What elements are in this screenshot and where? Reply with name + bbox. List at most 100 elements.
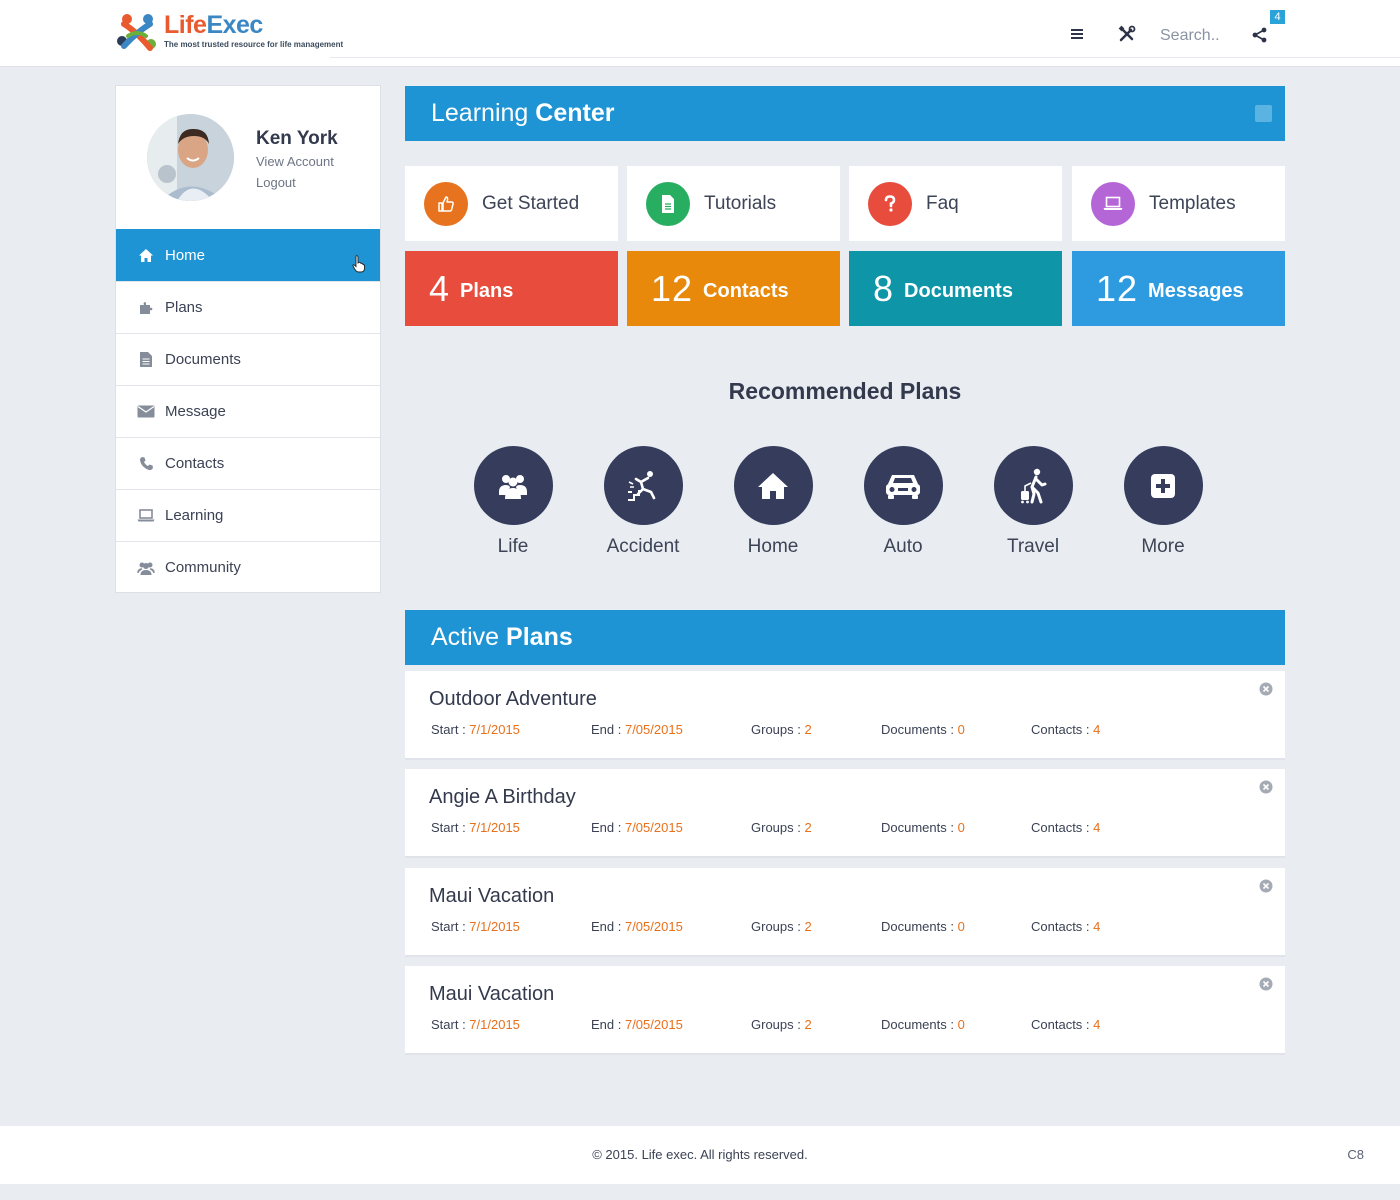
plan-documents: Documents : 0 xyxy=(881,919,965,934)
sidebar-item-community[interactable]: Community xyxy=(116,541,380,593)
avatar[interactable] xyxy=(147,114,234,201)
recommended-plan-label: Accident xyxy=(606,536,680,557)
sidebar-item-home[interactable]: Home xyxy=(116,229,380,281)
logo[interactable]: LifeExec The most trusted resource for l… xyxy=(114,10,343,56)
close-circle-icon[interactable] xyxy=(1259,977,1273,991)
section-title-bold: Center xyxy=(535,99,615,127)
recommended-plan-life[interactable]: Life xyxy=(473,446,553,557)
quick-link-get-started[interactable]: Get Started xyxy=(405,166,618,241)
quick-link-tutorials[interactable]: Tutorials xyxy=(627,166,840,241)
sidebar: Ken York View Account Logout Home Plans … xyxy=(115,85,381,593)
close-circle-icon[interactable] xyxy=(1259,780,1273,794)
stat-tile-documents[interactable]: 8 Documents xyxy=(849,251,1062,326)
stat-label: Contacts xyxy=(703,280,789,302)
stat-label: Documents xyxy=(904,280,1013,302)
plus-square-icon xyxy=(1123,446,1203,525)
envelope-icon xyxy=(137,403,155,421)
learning-center-header: Learning Center xyxy=(405,86,1285,141)
sidebar-item-label: Community xyxy=(165,559,241,576)
quick-link-templates[interactable]: Templates xyxy=(1072,166,1285,241)
sidebar-item-label: Home xyxy=(165,247,206,264)
plan-groups: Groups : 2 xyxy=(751,919,812,934)
plan-card[interactable]: Maui Vacation Start : 7/1/2015 End : 7/0… xyxy=(405,966,1285,1055)
recommended-plan-label: More xyxy=(1141,536,1185,557)
plan-start: Start : 7/1/2015 xyxy=(431,1017,520,1032)
logout-link[interactable]: Logout xyxy=(256,175,296,190)
stat-tile-plans[interactable]: 4 Plans xyxy=(405,251,618,326)
sidebar-item-message[interactable]: Message xyxy=(116,385,380,437)
hamburger-menu-icon[interactable] xyxy=(1067,24,1087,44)
plan-start: Start : 7/1/2015 xyxy=(431,722,520,737)
plan-start: Start : 7/1/2015 xyxy=(431,919,520,934)
plan-title: Maui Vacation xyxy=(429,885,555,907)
plan-documents: Documents : 0 xyxy=(881,1017,965,1032)
top-header: LifeExec The most trusted resource for l… xyxy=(0,0,1400,67)
family-icon xyxy=(473,446,553,525)
document-icon xyxy=(137,351,155,369)
logo-mark-icon xyxy=(114,10,160,56)
recommended-plan-more[interactable]: More xyxy=(1123,446,1203,557)
close-circle-icon[interactable] xyxy=(1259,682,1273,696)
recommended-plan-auto[interactable]: Auto xyxy=(863,446,943,557)
section-title-light: Learning xyxy=(431,99,529,127)
recommended-plan-accident[interactable]: Accident xyxy=(603,446,683,557)
traveler-icon xyxy=(993,446,1073,525)
users-icon xyxy=(137,559,155,577)
quick-link-label: Get Started xyxy=(482,192,580,214)
plan-contacts: Contacts : 4 xyxy=(1031,722,1101,737)
share-icon[interactable] xyxy=(1251,26,1271,46)
footer: © 2015. Life exec. All rights reserved. … xyxy=(0,1126,1400,1184)
recommended-plan-label: Travel xyxy=(1006,536,1060,557)
recommended-plan-home[interactable]: Home xyxy=(733,446,813,557)
sidebar-item-label: Learning xyxy=(165,507,224,524)
copyright-text: © 2015. Life exec. All rights reserved. xyxy=(592,1147,808,1162)
close-circle-icon[interactable] xyxy=(1259,879,1273,893)
recommended-plans-title: Recommended Plans xyxy=(728,378,962,404)
plan-title: Maui Vacation xyxy=(429,983,555,1005)
stat-tile-contacts[interactable]: 12 Contacts xyxy=(627,251,840,326)
quick-link-label: Templates xyxy=(1149,192,1236,214)
stat-count: 4 xyxy=(429,267,451,309)
stat-count: 12 xyxy=(651,267,694,309)
sidebar-item-label: Contacts xyxy=(165,455,225,472)
plan-groups: Groups : 2 xyxy=(751,722,812,737)
footer-code: C8 xyxy=(1347,1147,1364,1162)
home-icon xyxy=(137,247,155,265)
logo-tagline: The most trusted resource for life manag… xyxy=(164,40,344,49)
section-title-light: Active xyxy=(431,623,500,651)
sidebar-item-documents[interactable]: Documents xyxy=(116,333,380,385)
sidebar-item-label: Message xyxy=(165,403,226,420)
plan-title: Angie A Birthday xyxy=(429,786,576,808)
stat-label: Messages xyxy=(1148,280,1244,302)
active-plans-header: Active Plans xyxy=(405,610,1285,665)
recommended-plan-travel[interactable]: Travel xyxy=(993,446,1073,557)
plan-groups: Groups : 2 xyxy=(751,1017,812,1032)
file-icon xyxy=(646,181,690,226)
tools-icon[interactable] xyxy=(1117,24,1137,44)
puzzle-icon xyxy=(137,299,155,317)
plan-end: End : 7/05/2015 xyxy=(591,722,683,737)
sidebar-item-learning[interactable]: Learning xyxy=(116,489,380,541)
plan-card[interactable]: Angie A Birthday Start : 7/1/2015 End : … xyxy=(405,769,1285,858)
stat-tile-messages[interactable]: 12 Messages xyxy=(1072,251,1285,326)
plan-card[interactable]: Outdoor Adventure Start : 7/1/2015 End :… xyxy=(405,671,1285,760)
expand-plus-icon[interactable] xyxy=(1255,105,1272,136)
view-account-link[interactable]: View Account xyxy=(256,154,334,169)
sidebar-item-label: Documents xyxy=(165,351,241,368)
plan-card[interactable]: Maui Vacation Start : 7/1/2015 End : 7/0… xyxy=(405,868,1285,957)
falling-person-icon xyxy=(603,446,683,525)
stat-count: 8 xyxy=(873,267,895,309)
plan-contacts: Contacts : 4 xyxy=(1031,1017,1101,1032)
plan-contacts: Contacts : 4 xyxy=(1031,919,1101,934)
plan-contacts: Contacts : 4 xyxy=(1031,820,1101,835)
laptop-icon xyxy=(137,507,155,525)
sidebar-item-contacts[interactable]: Contacts xyxy=(116,437,380,489)
plan-start: Start : 7/1/2015 xyxy=(431,820,520,835)
quick-link-faq[interactable]: Faq xyxy=(849,166,1062,241)
sidebar-item-plans[interactable]: Plans xyxy=(116,281,380,333)
quick-link-label: Tutorials xyxy=(704,192,777,214)
search-input[interactable] xyxy=(1160,25,1240,47)
hand-cursor-icon xyxy=(352,255,366,273)
logo-name: LifeExec xyxy=(164,11,263,39)
notification-badge[interactable]: 4 xyxy=(1270,10,1285,24)
